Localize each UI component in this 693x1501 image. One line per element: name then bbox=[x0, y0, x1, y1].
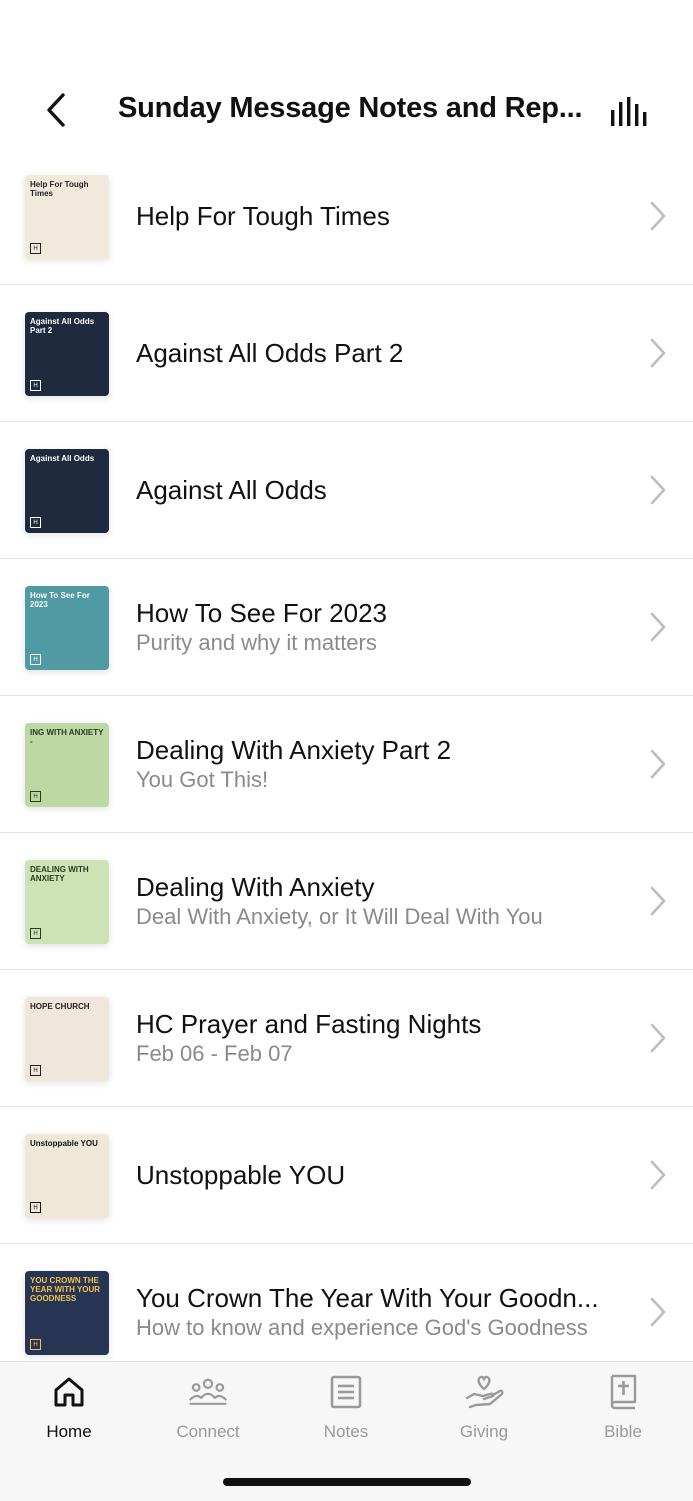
tab-connect[interactable]: Connect bbox=[148, 1372, 268, 1452]
message-thumbnail: How To See For 2023 H bbox=[25, 586, 109, 670]
item-title: Dealing With Anxiety bbox=[136, 872, 375, 902]
chevron-left-icon bbox=[47, 93, 65, 127]
thumbnail-text: Against All Odds bbox=[30, 454, 95, 463]
item-text: HC Prayer and Fasting Nights Feb 06 - Feb… bbox=[136, 970, 626, 1106]
giving-icon bbox=[465, 1375, 504, 1409]
notes-icon bbox=[330, 1375, 362, 1409]
tab-notes[interactable]: Notes bbox=[286, 1372, 406, 1452]
tab-giving[interactable]: Giving bbox=[424, 1372, 544, 1452]
message-thumbnail: HOPE CHURCH H bbox=[25, 997, 109, 1081]
church-logo-icon: H bbox=[30, 1339, 41, 1350]
item-title: You Crown The Year With Your Goodn... bbox=[136, 1283, 599, 1313]
tab-label: Home bbox=[46, 1422, 92, 1441]
list-item[interactable]: Against All Odds H Against All Odds bbox=[0, 422, 693, 559]
list-item[interactable]: How To See For 2023 H How To See For 2023 P… bbox=[0, 559, 693, 696]
item-title: Help For Tough Times bbox=[136, 201, 390, 231]
church-logo-icon: H bbox=[30, 1202, 41, 1213]
message-thumbnail: Unstoppable YOU H bbox=[25, 1134, 109, 1218]
church-logo-icon: H bbox=[30, 928, 41, 939]
tab-label: Notes bbox=[323, 1422, 369, 1441]
home-icon bbox=[54, 1377, 84, 1407]
audio-bars-button[interactable] bbox=[604, 90, 654, 134]
message-thumbnail: Against All Odds Part 2 H bbox=[25, 312, 109, 396]
chevron-right-icon bbox=[650, 1160, 666, 1190]
message-thumbnail: Against All Odds H bbox=[25, 449, 109, 533]
item-text: You Crown The Year With Your Goodn... How… bbox=[136, 1244, 626, 1361]
chevron-right-icon bbox=[650, 201, 666, 231]
thumbnail-text: Help For Tough Times bbox=[30, 180, 89, 198]
header: Sunday Message Notes and Rep... bbox=[0, 60, 693, 160]
bible-icon bbox=[610, 1374, 637, 1410]
thumbnail-text: ING WITH ANXIETY - bbox=[30, 728, 104, 746]
thumbnail-text: Against All Odds Part 2 bbox=[30, 317, 95, 335]
list-item[interactable]: Help For Tough Times H Help For Tough Time… bbox=[0, 148, 693, 285]
church-logo-icon: H bbox=[30, 243, 41, 254]
message-list: Help For Tough Times H Help For Tough Time… bbox=[0, 148, 693, 1361]
thumbnail-text: YOU CROWN THE YEAR WITH YOUR GOODNESS bbox=[30, 1276, 101, 1303]
message-thumbnail: Help For Tough Times H bbox=[25, 175, 109, 259]
church-logo-icon: H bbox=[30, 1065, 41, 1076]
people-icon bbox=[188, 1378, 228, 1405]
item-text: Dealing With Anxiety Deal With Anxiety, o… bbox=[136, 833, 626, 969]
back-button[interactable] bbox=[36, 88, 76, 132]
item-title: How To See For 2023 bbox=[136, 598, 387, 628]
item-title: HC Prayer and Fasting Nights bbox=[136, 1009, 482, 1039]
list-item[interactable]: Unstoppable YOU H Unstoppable YOU bbox=[0, 1107, 693, 1244]
chevron-right-icon bbox=[650, 1023, 666, 1053]
chevron-right-icon bbox=[650, 612, 666, 642]
tab-label: Giving bbox=[459, 1422, 509, 1441]
tab-label: Bible bbox=[604, 1422, 642, 1441]
page-title: Sunday Message Notes and Rep... bbox=[118, 92, 583, 124]
item-subtitle: You Got This! bbox=[136, 767, 269, 792]
item-text: Dealing With Anxiety Part 2 You Got This! bbox=[136, 696, 626, 832]
church-logo-icon: H bbox=[30, 380, 41, 391]
bars-icon bbox=[611, 97, 647, 126]
item-text: Against All Odds Part 2 bbox=[136, 285, 626, 421]
item-subtitle: Purity and why it matters bbox=[136, 630, 377, 655]
item-text: How To See For 2023 Purity and why it mat… bbox=[136, 559, 626, 695]
item-subtitle: Feb 06 - Feb 07 bbox=[136, 1041, 293, 1066]
item-title: Dealing With Anxiety Part 2 bbox=[136, 735, 452, 765]
thumbnail-text: How To See For 2023 bbox=[30, 591, 90, 609]
tab-bible[interactable]: Bible bbox=[563, 1372, 683, 1452]
list-item[interactable]: Against All Odds Part 2 H Against All Odds… bbox=[0, 285, 693, 422]
thumbnail-text: HOPE CHURCH bbox=[30, 1002, 90, 1011]
item-subtitle: Deal With Anxiety, or It Will Deal With … bbox=[136, 904, 543, 929]
home-indicator bbox=[223, 1478, 471, 1486]
thumbnail-text: Unstoppable YOU bbox=[30, 1139, 98, 1148]
church-logo-icon: H bbox=[30, 517, 41, 528]
list-item[interactable]: DEALING WITH ANXIETY H Dealing With Anxiet… bbox=[0, 833, 693, 970]
item-subtitle: How to know and experience God's Goodnes… bbox=[136, 1315, 588, 1340]
chevron-right-icon bbox=[650, 886, 666, 916]
church-logo-icon: H bbox=[30, 791, 41, 802]
list-item[interactable]: HOPE CHURCH H HC Prayer and Fasting Nights… bbox=[0, 970, 693, 1107]
chevron-right-icon bbox=[650, 475, 666, 505]
tab-home[interactable]: Home bbox=[9, 1372, 129, 1452]
chevron-right-icon bbox=[650, 749, 666, 779]
thumbnail-text: DEALING WITH ANXIETY bbox=[30, 865, 89, 883]
chevron-right-icon bbox=[650, 338, 666, 368]
item-title: Unstoppable YOU bbox=[136, 1160, 346, 1190]
message-thumbnail: DEALING WITH ANXIETY H bbox=[25, 860, 109, 944]
item-text: Help For Tough Times bbox=[136, 148, 626, 284]
item-title: Against All Odds Part 2 bbox=[136, 338, 404, 368]
tab-label: Connect bbox=[176, 1422, 240, 1441]
church-logo-icon: H bbox=[30, 654, 41, 665]
message-thumbnail: YOU CROWN THE YEAR WITH YOUR GOODNESS H bbox=[25, 1271, 109, 1355]
item-text: Unstoppable YOU bbox=[136, 1107, 626, 1243]
chevron-right-icon bbox=[650, 1297, 666, 1327]
message-thumbnail: ING WITH ANXIETY - H bbox=[25, 723, 109, 807]
list-item[interactable]: YOU CROWN THE YEAR WITH YOUR GOODNESS H Yo… bbox=[0, 1244, 693, 1361]
list-item[interactable]: ING WITH ANXIETY - H Dealing With Anxiety … bbox=[0, 696, 693, 833]
item-title: Against All Odds bbox=[136, 475, 327, 505]
item-text: Against All Odds bbox=[136, 422, 626, 558]
